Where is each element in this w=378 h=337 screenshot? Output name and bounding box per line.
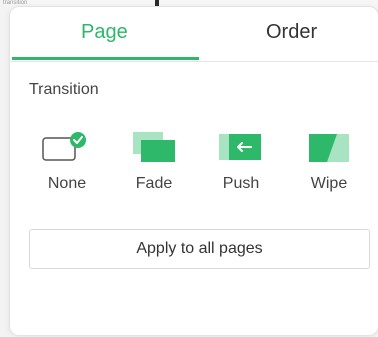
effect-none[interactable]: None [32,122,102,198]
wipe-icon [307,130,351,169]
push-icon [217,130,265,169]
transition-effects-list: None Fade Push Wipe [10,122,378,202]
effect-none-label: None [47,175,87,192]
active-tab-indicator [12,57,199,60]
tab-order[interactable]: Order [266,21,317,44]
none-check-icon [41,130,93,169]
effect-fade[interactable]: Fade [119,122,189,198]
effect-wipe[interactable]: Wipe [294,122,364,198]
effect-push-label: Push [222,175,260,192]
tab-page[interactable]: Page [81,21,128,44]
transition-panel: Page Order Transition None Fade Push Wip… [9,6,378,336]
tab-bar: Page Order [10,7,378,62]
effect-wipe-label: Wipe [310,175,348,192]
fade-icon [131,130,177,169]
effect-fade-label: Fade [135,175,173,192]
apply-to-all-pages-button[interactable]: Apply to all pages [29,229,370,269]
effect-push[interactable]: Push [206,122,276,198]
section-title: Transition [29,81,99,98]
